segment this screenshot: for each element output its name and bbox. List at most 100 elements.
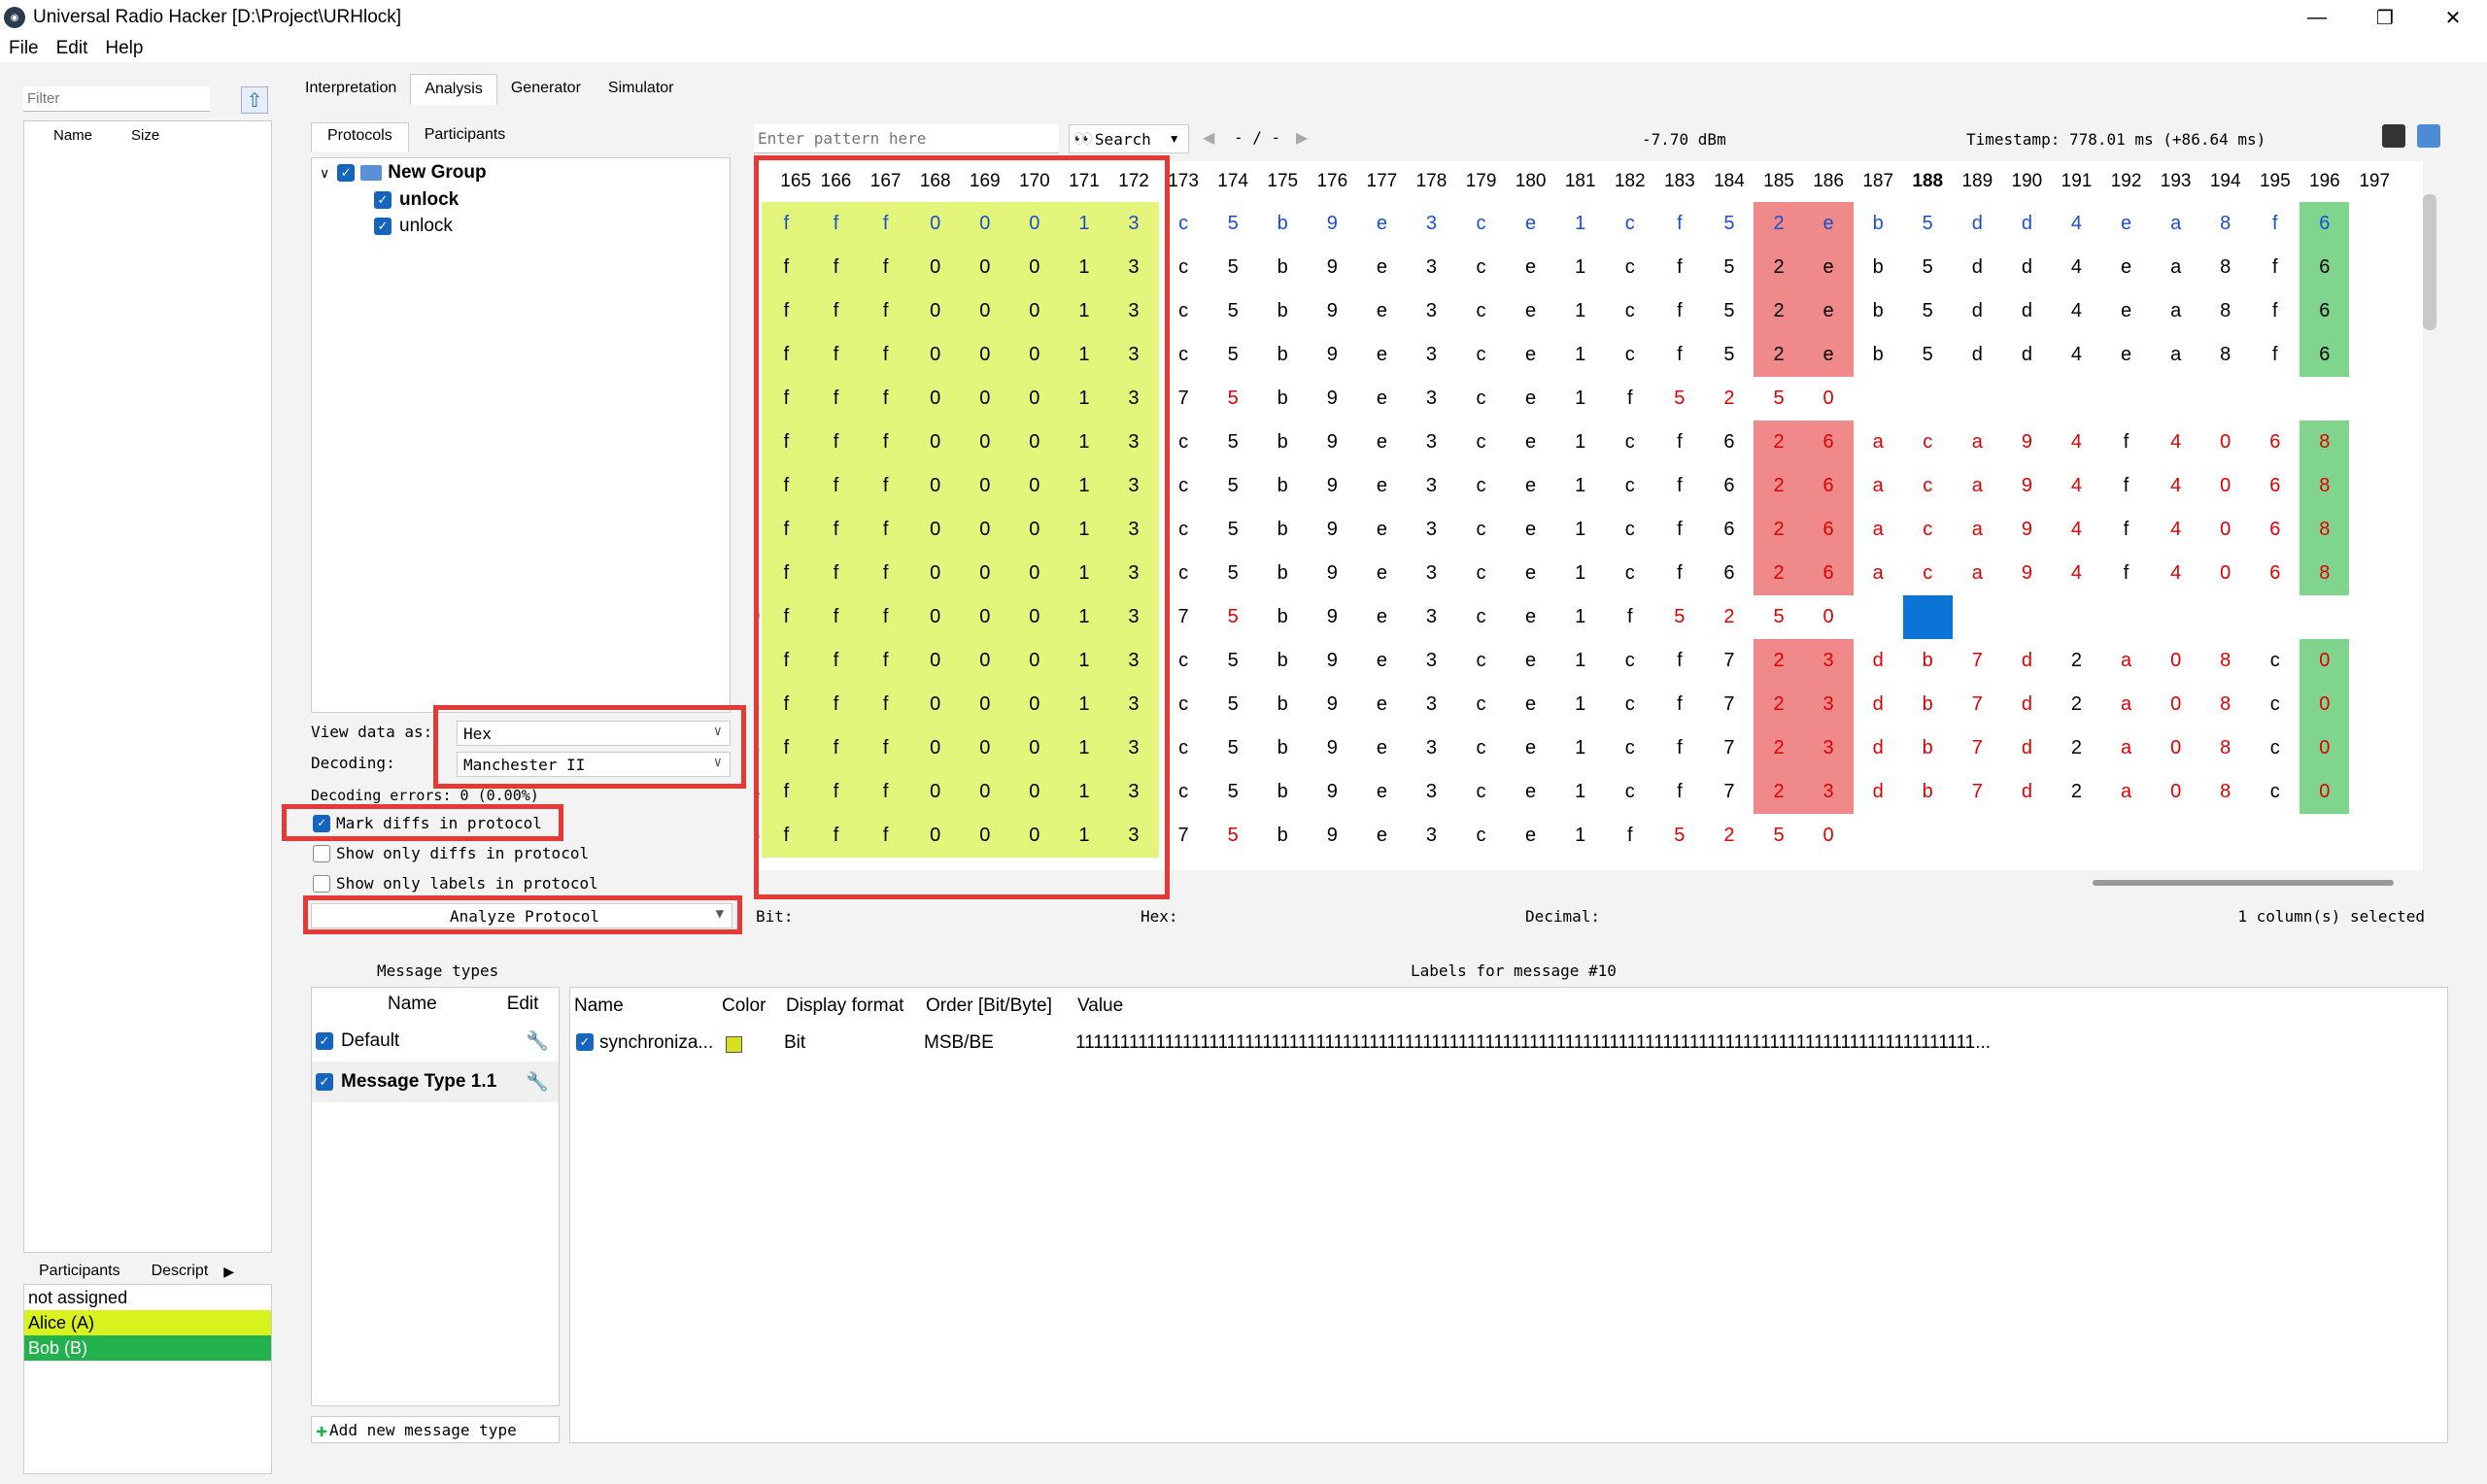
table-cell[interactable]: c	[1605, 289, 1654, 333]
item-checkbox[interactable]: ✓	[374, 218, 392, 235]
table-cell[interactable]: 9	[1308, 333, 1357, 377]
table-row[interactable]: 10fff0001375b9e3ce1f5250	[758, 595, 2400, 639]
table-cell[interactable]: b	[1258, 814, 1308, 858]
table-cell[interactable]: 1	[1555, 552, 1605, 595]
table-cell[interactable]: f	[2101, 508, 2151, 552]
table-cell[interactable]: 9	[1308, 246, 1357, 289]
table-cell[interactable]: 0	[1804, 377, 1854, 421]
table-cell[interactable]: f	[761, 246, 811, 289]
table-row[interactable]: 1fff00013c5b9e3ce1cf52eb5dd4ea8f6	[758, 202, 2400, 246]
table-cell[interactable]: 0	[960, 770, 1010, 814]
table-cell[interactable]: c	[1456, 814, 1506, 858]
table-row[interactable]: 9fff00013c5b9e3ce1cf626aca94f4068	[758, 552, 2400, 595]
tree-group-row[interactable]: ∨ ✓ New Group	[320, 162, 487, 184]
table-cell[interactable]: 8	[2200, 333, 2250, 377]
table-cell[interactable]: 8	[2300, 421, 2350, 464]
table-cell[interactable]: e	[1357, 289, 1407, 333]
column-header[interactable]: 190	[2002, 161, 2052, 202]
table-cell[interactable]: 1	[1555, 814, 1605, 858]
column-header[interactable]: 178	[1407, 161, 1456, 202]
chevron-down-icon[interactable]: ∨	[320, 165, 329, 182]
table-cell[interactable]: f	[861, 202, 911, 246]
participant-bob[interactable]: Bob (B)	[24, 1335, 271, 1361]
table-cell[interactable]: 5	[1209, 770, 1258, 814]
table-cell[interactable]: 0	[960, 246, 1010, 289]
table-cell[interactable]: 2	[2052, 726, 2101, 770]
table-cell[interactable]	[2300, 595, 2349, 639]
table-cell[interactable]: 3	[1108, 683, 1159, 726]
table-cell[interactable]: 0	[1804, 595, 1854, 639]
table-cell[interactable]	[2101, 377, 2151, 421]
table-cell[interactable]: 3	[1108, 202, 1159, 246]
table-cell[interactable]: b	[1258, 683, 1308, 726]
table-cell[interactable]: 1	[1555, 377, 1605, 421]
table-cell[interactable]: f	[810, 639, 862, 683]
table-cell[interactable]: 0	[910, 595, 961, 639]
table-cell[interactable]: 1	[1059, 683, 1109, 726]
table-cell[interactable]: 6	[1704, 552, 1754, 595]
table-cell[interactable]: 0	[910, 333, 961, 377]
table-cell[interactable]: 5	[1209, 683, 1258, 726]
table-cell[interactable]: 0	[910, 552, 961, 595]
table-cell[interactable]: d	[1854, 770, 1903, 814]
label-row[interactable]: ✓ synchroniza... Bit MSB/BE 111111111111…	[570, 1025, 2447, 1063]
table-cell[interactable]: e	[1357, 377, 1407, 421]
table-cell[interactable]: 2	[1754, 246, 1804, 289]
table-cell[interactable]: 3	[1407, 639, 1456, 683]
table-cell[interactable]: 2	[1754, 726, 1804, 770]
table-cell[interactable]: 5	[1754, 377, 1803, 421]
table-cell[interactable]: f	[1654, 333, 1704, 377]
table-cell[interactable]: 0	[910, 508, 961, 552]
table-cell[interactable]: c	[1456, 770, 1506, 814]
table-cell[interactable]: 8	[2200, 770, 2250, 814]
table-cell[interactable]: f	[861, 770, 911, 814]
table-cell[interactable]: 0	[2151, 770, 2200, 814]
table-cell[interactable]: 1	[1555, 289, 1605, 333]
table-cell[interactable]: f	[810, 726, 862, 770]
table-cell[interactable]: 0	[1009, 246, 1060, 289]
col-name[interactable]: Name	[53, 127, 92, 144]
table-cell[interactable]: 9	[2002, 508, 2052, 552]
table-cell[interactable]: f	[861, 464, 911, 508]
table-cell[interactable]: f	[810, 595, 862, 639]
table-cell[interactable]: e	[1357, 814, 1407, 858]
menu-help[interactable]: Help	[105, 38, 143, 59]
table-cell[interactable]: a	[2101, 683, 2151, 726]
table-cell[interactable]: b	[1258, 464, 1308, 508]
table-cell[interactable]: 9	[1308, 814, 1357, 858]
tab-participants[interactable]: Participants	[23, 1263, 136, 1280]
table-cell[interactable]: a	[2151, 289, 2200, 333]
table-cell[interactable]: 0	[2300, 683, 2350, 726]
table-cell[interactable]: f	[861, 377, 911, 421]
table-cell[interactable]: 8	[2200, 683, 2250, 726]
table-cell[interactable]: c	[1456, 639, 1506, 683]
table-cell[interactable]: 9	[1308, 421, 1357, 464]
table-cell[interactable]: 0	[2151, 683, 2200, 726]
table-cell[interactable]: b	[1258, 508, 1308, 552]
table-cell[interactable]: 1	[1555, 508, 1605, 552]
table-cell[interactable]: 0	[1009, 683, 1060, 726]
table-cell[interactable]: f	[861, 726, 911, 770]
vertical-scrollbar[interactable]	[2423, 194, 2436, 330]
table-cell[interactable]: 9	[1308, 552, 1357, 595]
table-cell[interactable]: e	[1506, 595, 1555, 639]
column-header[interactable]: 187	[1854, 161, 1903, 202]
protocol-table[interactable]: 165 166 167 168 169 170 171 172 173 174 175 176 177 1…	[758, 161, 2423, 870]
table-cell[interactable]: 3	[1407, 464, 1456, 508]
table-cell[interactable]	[1854, 595, 1903, 639]
table-cell[interactable]: e	[1803, 333, 1854, 377]
table-cell[interactable]: 1	[1555, 333, 1605, 377]
table-cell[interactable]	[2052, 377, 2101, 421]
table-cell[interactable]: f	[2101, 552, 2151, 595]
table-cell[interactable]: c	[1456, 246, 1506, 289]
table-cell[interactable]: 8	[2200, 726, 2250, 770]
table-cell[interactable]: 9	[1308, 377, 1357, 421]
table-cell[interactable]: e	[1506, 552, 1555, 595]
filter-input[interactable]	[23, 86, 210, 112]
column-header[interactable]: 191	[2052, 161, 2101, 202]
table-cell[interactable]: 0	[910, 639, 961, 683]
table-cell[interactable]: b	[1854, 333, 1903, 377]
table-cell[interactable]	[2002, 814, 2052, 858]
table-cell[interactable]: e	[1506, 683, 1555, 726]
table-cell[interactable]: 0	[1009, 726, 1060, 770]
